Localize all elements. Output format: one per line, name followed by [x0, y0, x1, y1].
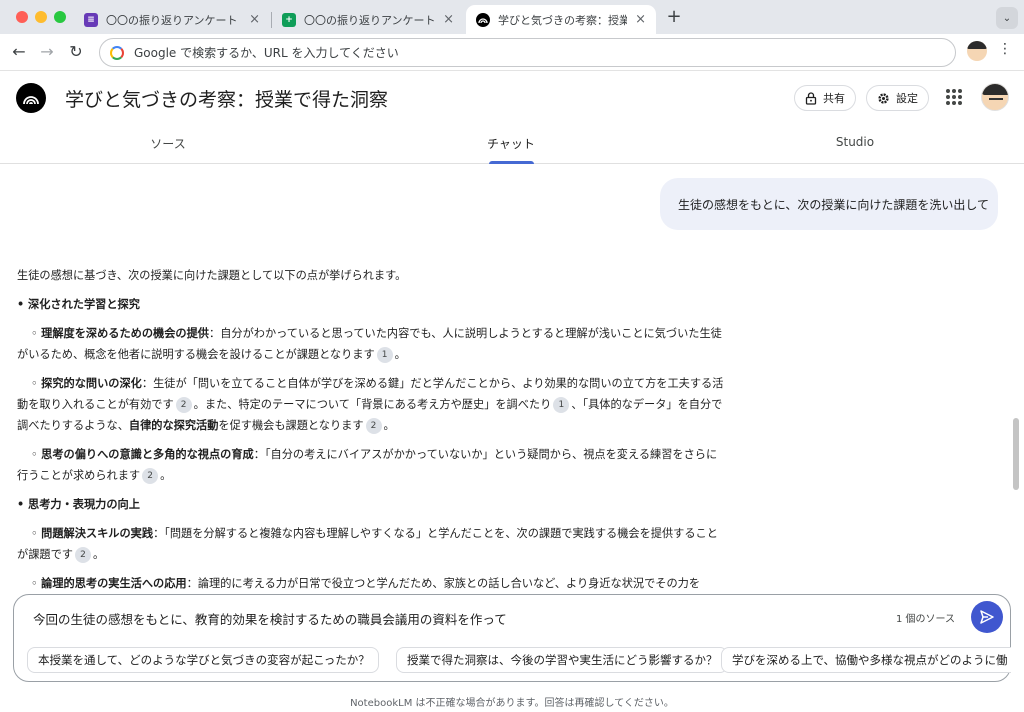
- send-button[interactable]: [971, 601, 1003, 633]
- user-message-bubble: 生徒の感想をもとに、次の授業に向けた課題を洗い出して: [660, 178, 998, 230]
- list-item: ◦ 問題解決スキルの実践：「問題を分解すると複雑な内容も理解しやすくなる」と学ん…: [17, 527, 718, 563]
- chat-input[interactable]: 今回の生徒の感想をもとに、教育的効果を検討するための職員会議用の資料を作って: [33, 609, 507, 628]
- reload-button[interactable]: ↻: [65, 41, 87, 63]
- close-icon[interactable]: ×: [443, 12, 454, 27]
- profile-avatar[interactable]: [967, 41, 987, 61]
- list-item: ◦ 探究的な問いの深化：生徒が「問いを立てること自体が学びを深める鍵」だと学んだ…: [17, 377, 724, 434]
- notebook-title[interactable]: 学びと気づきの考察：授業で得た洞察: [65, 85, 388, 112]
- section-heading: • 思考力・表現力の向上: [17, 498, 140, 511]
- browser-tab-notebooklm[interactable]: 学びと気づきの考察：授業で得た ×: [466, 5, 656, 34]
- source-count-label: 1 個のソース: [896, 614, 956, 625]
- chat-scrollbar[interactable]: [1013, 418, 1019, 490]
- list-item: ◦ 思考の偏りへの意識と多角的な視点の育成：「自分の考えにバイアスがかかっていな…: [17, 448, 718, 484]
- window-close-button[interactable]: [16, 11, 28, 23]
- tab-sources[interactable]: ソース: [88, 135, 248, 152]
- section-heading: • 深化された学習と探究: [17, 298, 140, 311]
- citation-badge[interactable]: 1: [553, 397, 570, 413]
- citation-badge[interactable]: 2: [142, 468, 159, 484]
- close-icon[interactable]: ×: [635, 12, 646, 27]
- gear-icon: [877, 92, 890, 105]
- browser-tab-bar: ≡ 〇〇の振り返りアンケート - Goo × + 〇〇の振り返りアンケート（回答…: [0, 0, 1024, 34]
- disclaimer-text: NotebookLM は不正確な場合があります。回答は再確認してください。: [350, 698, 674, 709]
- citation-badge[interactable]: 2: [365, 418, 382, 434]
- chat-composer: 今回の生徒の感想をもとに、教育的効果を検討するための職員会議用の資料を作って 1…: [13, 594, 1011, 682]
- google-forms-icon: ≡: [84, 12, 98, 27]
- settings-button[interactable]: 設定: [866, 85, 929, 111]
- new-tab-button[interactable]: +: [664, 6, 684, 28]
- google-icon: [110, 45, 124, 60]
- suggestion-chips: 本授業を通して、どのような学びと気づきの変容が起こったか？ 授業で得た洞察は、今…: [27, 647, 1011, 677]
- suggestion-chip[interactable]: 授業で得た洞察は、今後の学習や実生活にどう影響するか？: [396, 647, 728, 673]
- notebooklm-icon: [476, 12, 490, 27]
- share-button[interactable]: 共有: [794, 85, 856, 111]
- tab-title: 〇〇の振り返りアンケート - Goo: [106, 13, 241, 27]
- active-tab-indicator: [489, 161, 534, 164]
- tab-title: 〇〇の振り返りアンケート（回答: [304, 13, 436, 27]
- response-intro: 生徒の感想に基づき、次の授業に向けた課題として以下の点が挙げられます。: [17, 269, 407, 282]
- list-item: ◦ 論理的思考の実生活への応用：論理的に考える力が日常で役立つと学んだため、家族…: [31, 577, 701, 590]
- lock-icon: [805, 91, 817, 105]
- chat-panel: 生徒の感想をもとに、次の授業に向けた課題を洗い出して 生徒の感想に基づき、次の授…: [0, 165, 1010, 595]
- tab-studio[interactable]: Studio: [775, 135, 935, 149]
- back-button[interactable]: ←: [8, 41, 30, 63]
- send-icon: [980, 610, 994, 624]
- settings-label: 設定: [896, 92, 918, 105]
- window-minimize-button[interactable]: [35, 11, 47, 23]
- assistant-response: 生徒の感想に基づき、次の授業に向けた課題として以下の点が挙げられます。 • 深化…: [17, 265, 727, 595]
- tab-chat[interactable]: チャット: [431, 135, 591, 152]
- suggestion-chip[interactable]: 本授業を通して、どのような学びと気づきの変容が起こったか？: [27, 647, 379, 673]
- citation-badge[interactable]: 1: [376, 347, 393, 363]
- forward-button[interactable]: →: [36, 41, 58, 63]
- citation-badge[interactable]: 2: [175, 397, 192, 413]
- browser-tab-forms[interactable]: ≡ 〇〇の振り返りアンケート - Goo ×: [74, 5, 270, 34]
- list-item: ◦ 理解度を深めるための機会の提供：自分がわかっていると思っていた内容でも、人に…: [17, 327, 722, 363]
- notebooklm-logo-icon[interactable]: [16, 83, 46, 113]
- google-sheets-icon: +: [282, 12, 296, 27]
- suggestion-chip[interactable]: 学びを深める上で、協働や多様な視点がどのように働: [721, 647, 1011, 673]
- user-message-text: 生徒の感想をもとに、次の授業に向けた課題を洗い出して: [678, 197, 990, 212]
- app-header: 学びと気づきの考察：授業で得た洞察 共有 設定: [0, 71, 1024, 125]
- google-apps-icon[interactable]: [946, 89, 962, 105]
- account-avatar[interactable]: [981, 83, 1009, 111]
- window-zoom-button[interactable]: [54, 11, 66, 23]
- close-icon[interactable]: ×: [249, 12, 260, 27]
- browser-toolbar: ← → ↻ Google で検索するか、URL を入力してください ⋮: [0, 34, 1024, 71]
- main-tab-bar: ソース チャット Studio: [0, 125, 1024, 164]
- address-bar[interactable]: Google で検索するか、URL を入力してください: [99, 38, 956, 67]
- tab-title: 学びと気づきの考察：授業で得た: [498, 13, 628, 27]
- citation-badge[interactable]: 2: [74, 547, 91, 563]
- browser-menu-button[interactable]: ⋮: [998, 41, 1012, 63]
- browser-tab-sheets[interactable]: + 〇〇の振り返りアンケート（回答 ×: [272, 5, 464, 34]
- address-placeholder: Google で検索するか、URL を入力してください: [134, 46, 399, 60]
- share-label: 共有: [823, 92, 845, 105]
- tab-search-button[interactable]: ⌄: [996, 7, 1018, 29]
